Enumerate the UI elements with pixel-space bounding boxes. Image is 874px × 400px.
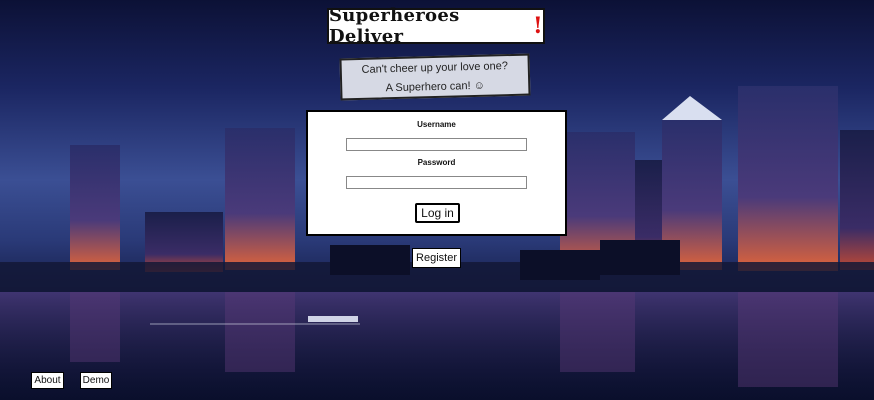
username-label: Username bbox=[417, 120, 456, 129]
app-title: Superheroes Deliver! bbox=[327, 5, 545, 47]
password-label: Password bbox=[417, 158, 456, 167]
register-button[interactable]: Register bbox=[412, 248, 461, 268]
password-input[interactable] bbox=[346, 176, 527, 189]
tagline-line-2-text: A Superhero can! bbox=[385, 80, 471, 95]
login-form: Username Password Log in bbox=[306, 110, 567, 236]
app-title-bang: ! bbox=[533, 13, 543, 39]
app-title-text: Superheroes Deliver bbox=[329, 5, 460, 47]
tagline-note: Can't cheer up your love one? A Superher… bbox=[339, 53, 531, 101]
about-button[interactable]: About bbox=[31, 372, 64, 389]
username-input[interactable] bbox=[346, 138, 527, 151]
login-button[interactable]: Log in bbox=[415, 203, 460, 223]
smile-icon: ☺ bbox=[473, 79, 486, 92]
demo-button[interactable]: Demo bbox=[80, 372, 112, 389]
